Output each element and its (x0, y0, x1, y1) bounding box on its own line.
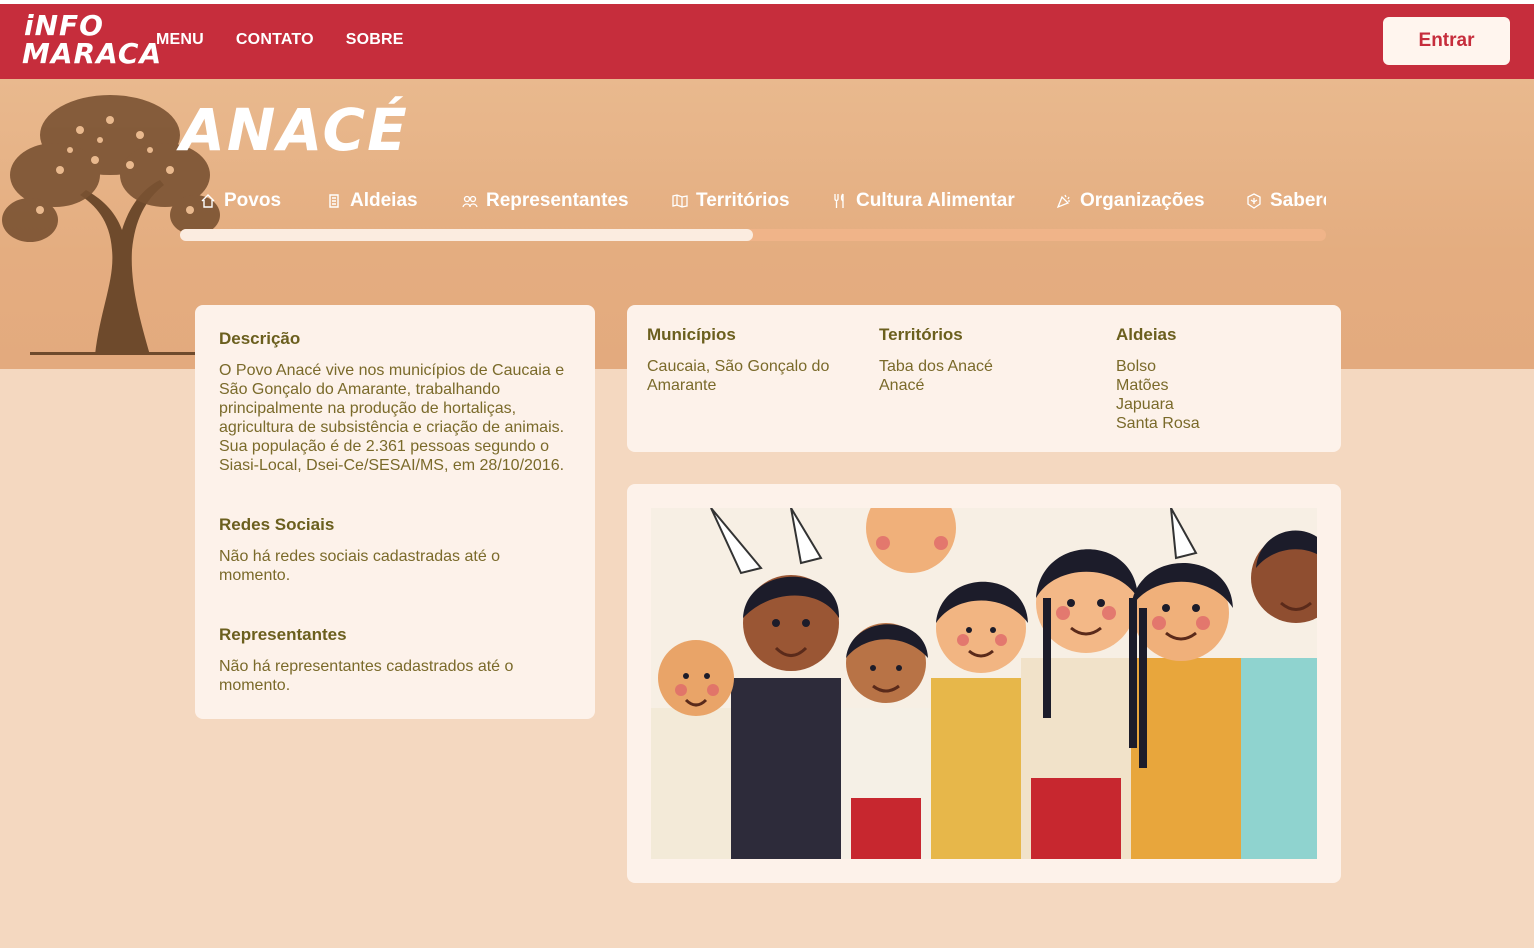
tab-label: Territórios (696, 190, 790, 211)
nav-contato[interactable]: CONTATO (236, 31, 314, 49)
aldeia-item: Bolso (1116, 358, 1157, 375)
territorio-item: Anacé (879, 377, 925, 394)
aldeia-item: Japuara (1116, 396, 1174, 413)
tab-representantes[interactable]: Representantes (462, 190, 629, 212)
top-navbar: iNFO MARACA MENU CONTATO SOBRE Entrar (0, 4, 1534, 79)
municipios-title: Municípios (647, 325, 736, 344)
section-tabs: Povos Aldeias Representantes Territórios… (180, 190, 1326, 218)
nav-sobre[interactable]: SOBRE (346, 31, 404, 49)
tab-label: Representantes (486, 190, 629, 211)
descricao-text: O Povo Anacé vive nos municípios de Cauc… (219, 362, 565, 474)
descricao-title: Descrição (219, 329, 301, 348)
territorio-item: Taba dos Anacé (879, 358, 993, 375)
tab-aldeias[interactable]: Aldeias (326, 190, 418, 212)
tab-cultura-alimentar[interactable]: Cultura Alimentar (832, 190, 1015, 212)
tabs-scrollbar-thumb[interactable] (180, 229, 753, 241)
tab-label: Organizações (1080, 190, 1205, 211)
home-icon (201, 194, 215, 208)
aldeias-column: Aldeias Bolso Matões Japuara Santa Rosa (1116, 325, 1316, 433)
building-icon (329, 194, 339, 208)
party-icon (1056, 194, 1070, 209)
nav-menu[interactable]: MENU (156, 31, 204, 49)
tab-territorios[interactable]: Territórios (672, 190, 790, 212)
description-card: Descrição O Povo Anacé vive nos municípi… (195, 305, 595, 719)
tab-label: Cultura Alimentar (856, 190, 1015, 211)
illustration-card (627, 484, 1341, 883)
tab-label: Saberes (1270, 190, 1326, 211)
aldeia-item: Matões (1116, 377, 1169, 394)
tab-saberes[interactable]: Saberes (1246, 190, 1326, 212)
users-icon (462, 195, 478, 208)
logo-line1: iNFO (24, 9, 104, 42)
people-illustration (651, 508, 1317, 859)
page-title: ANACÉ (180, 96, 409, 164)
info-card: Municípios Caucaia, São Gonçalo do Amara… (627, 305, 1341, 452)
aldeia-item: Santa Rosa (1116, 415, 1200, 432)
main-nav: MENU CONTATO SOBRE (156, 31, 436, 49)
login-button[interactable]: Entrar (1383, 17, 1510, 65)
representantes-text: Não há representantes cadastrados até o … (219, 658, 514, 694)
tab-organizacoes[interactable]: Organizações (1056, 190, 1205, 212)
redes-sociais-text: Não há redes sociais cadastradas até o m… (219, 548, 501, 584)
tab-povos[interactable]: Povos (200, 190, 281, 212)
municipios-text: Caucaia, São Gonçalo do Amarante (647, 358, 830, 394)
redes-sociais-title: Redes Sociais (219, 515, 335, 534)
leaf-icon (1247, 193, 1261, 209)
logo-line2: MARACA (22, 37, 163, 70)
utensils-icon (834, 193, 844, 208)
representantes-title: Representantes (219, 625, 347, 644)
territorios-title: Territórios (879, 325, 963, 344)
tab-label: Povos (224, 190, 282, 211)
map-icon (672, 194, 688, 208)
aldeias-title: Aldeias (1116, 325, 1177, 344)
municipios-column: Municípios Caucaia, São Gonçalo do Amara… (647, 325, 847, 395)
tabs-scrollbar[interactable] (180, 229, 1326, 241)
infomaraca-logo[interactable]: iNFO MARACA (22, 9, 163, 74)
territorios-column: Territórios Taba dos Anacé Anacé (879, 325, 1079, 395)
tab-label: Aldeias (350, 190, 418, 211)
